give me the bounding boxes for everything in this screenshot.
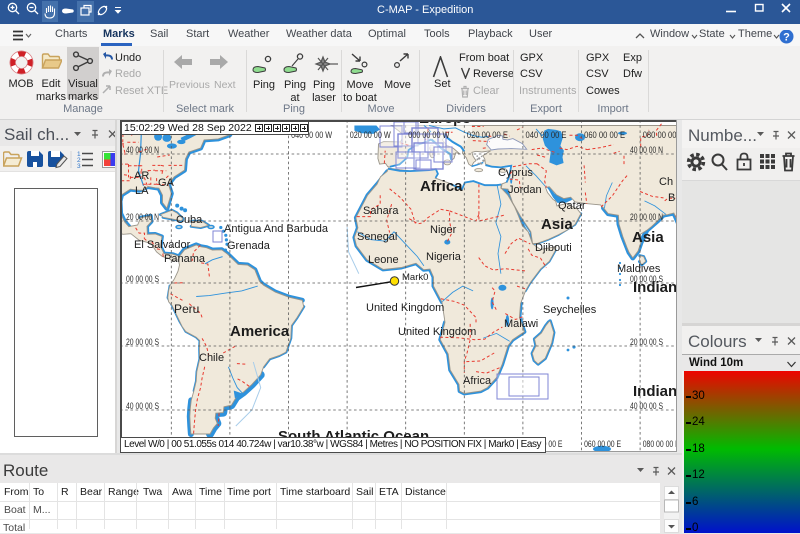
svg-text:America: America bbox=[230, 323, 290, 340]
svg-text:GA: GA bbox=[158, 177, 175, 189]
svg-text:Indian: Indian bbox=[633, 383, 677, 400]
svg-text:40 00 00 S: 40 00 00 S bbox=[126, 401, 159, 412]
svg-text:LA: LA bbox=[135, 185, 149, 197]
svg-text:Chile: Chile bbox=[199, 352, 224, 364]
svg-text:Senegal: Senegal bbox=[357, 231, 397, 243]
svg-text:Africa: Africa bbox=[420, 178, 463, 195]
svg-text:Djibouti: Djibouti bbox=[535, 242, 572, 254]
svg-text:Seychelles: Seychelles bbox=[543, 304, 597, 316]
svg-text:AR: AR bbox=[134, 170, 149, 182]
svg-text:040 00 00 E: 040 00 00 E bbox=[526, 130, 567, 141]
svg-text:00 00 00 S: 00 00 00 S bbox=[630, 274, 663, 285]
svg-text:20 00 00 S: 20 00 00 S bbox=[630, 337, 663, 348]
svg-text:Nigeria: Nigeria bbox=[426, 251, 462, 263]
svg-text:Grenada: Grenada bbox=[227, 240, 271, 252]
svg-text:020 00 00 E: 020 00 00 E bbox=[467, 130, 508, 141]
svg-text:060 00 00 E: 060 00 00 E bbox=[584, 130, 625, 141]
svg-text:40 00 00 N: 40 00 00 N bbox=[630, 145, 663, 156]
svg-text:080 00 00 E: 080 00 00 E bbox=[643, 439, 677, 450]
svg-text:Sahara: Sahara bbox=[363, 205, 399, 217]
svg-text:B: B bbox=[668, 192, 675, 204]
svg-text:Peru: Peru bbox=[174, 302, 199, 316]
svg-text:40 00 00 S: 40 00 00 S bbox=[630, 401, 663, 412]
svg-text:Jordan: Jordan bbox=[508, 184, 542, 196]
svg-text:00 00 00 S: 00 00 00 S bbox=[126, 274, 159, 285]
svg-text:Cyprus: Cyprus bbox=[498, 167, 533, 179]
svg-text:United Kingdom: United Kingdom bbox=[366, 302, 444, 314]
svg-text:United Kingdom: United Kingdom bbox=[398, 326, 476, 338]
svg-text:Africa: Africa bbox=[463, 375, 492, 387]
svg-text:080 00 00 E: 080 00 00 E bbox=[643, 130, 677, 141]
svg-text:?: ? bbox=[783, 32, 790, 44]
svg-text:20 00 00 N: 20 00 00 N bbox=[630, 212, 663, 223]
svg-text:Cuba: Cuba bbox=[176, 214, 203, 226]
svg-text:Asia: Asia bbox=[541, 216, 573, 233]
svg-text:3: 3 bbox=[77, 163, 81, 169]
svg-text:020 00 00 W: 020 00 00 W bbox=[350, 130, 391, 141]
svg-text:40 00 00 N: 40 00 00 N bbox=[126, 145, 159, 156]
svg-text:Panama: Panama bbox=[164, 253, 206, 265]
svg-text:Antigua And Barbuda: Antigua And Barbuda bbox=[224, 223, 329, 235]
svg-text:000 00 00 W: 000 00 00 W bbox=[408, 130, 449, 141]
svg-text:Malawi: Malawi bbox=[504, 318, 538, 330]
svg-text:Niger: Niger bbox=[430, 224, 457, 236]
svg-text:Ch: Ch bbox=[659, 176, 673, 188]
svg-text:Mark0: Mark0 bbox=[402, 272, 428, 283]
svg-text:Asia: Asia bbox=[632, 229, 664, 246]
svg-text:060 00 00 E: 060 00 00 E bbox=[584, 439, 621, 450]
svg-text:El Salvador: El Salvador bbox=[134, 239, 191, 251]
svg-text:Leone: Leone bbox=[368, 254, 399, 266]
svg-text:20 00 00 N: 20 00 00 N bbox=[126, 212, 159, 223]
svg-text:Qatar: Qatar bbox=[558, 200, 586, 212]
svg-text:20 00 00 S: 20 00 00 S bbox=[126, 337, 159, 348]
